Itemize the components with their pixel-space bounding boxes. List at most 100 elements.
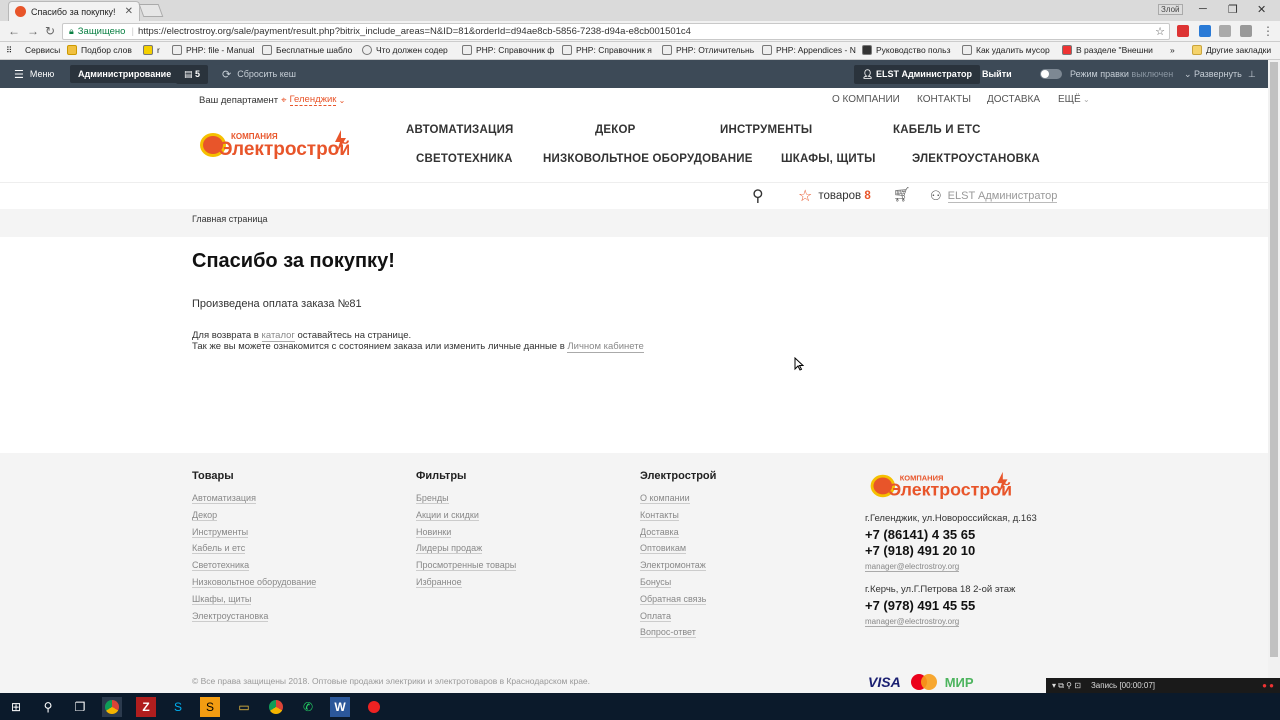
back-icon[interactable]: ← bbox=[8, 24, 20, 38]
new-tab-button[interactable] bbox=[138, 4, 164, 17]
phone-1[interactable]: +7 (86141) 4 35 65 bbox=[865, 527, 1037, 542]
record-icon[interactable]: ● ● bbox=[1262, 681, 1274, 690]
menu-cabinets[interactable]: ШКАФЫ, ЩИТЫ bbox=[781, 153, 876, 165]
favorites-link[interactable]: ☆ товаров 8 bbox=[798, 186, 871, 206]
footer-link[interactable]: Автоматизация bbox=[192, 490, 316, 507]
site-logo[interactable]: КОМПАНИЯ Электрострой bbox=[199, 128, 351, 163]
footer-link[interactable]: Бренды bbox=[416, 490, 516, 507]
toggle-switch[interactable] bbox=[1040, 69, 1062, 79]
file-explorer-icon[interactable]: ▭ bbox=[234, 697, 254, 717]
bookmark-item[interactable]: Руководство польз bbox=[862, 45, 950, 55]
page-scrollbar[interactable] bbox=[1268, 60, 1280, 688]
email-2[interactable]: manager@electrostroy.org bbox=[865, 617, 960, 627]
url-input[interactable]: 🔒︎ Защищено | https://electrostroy.org/s… bbox=[62, 23, 1170, 40]
footer-link[interactable]: Оптовикам bbox=[640, 540, 716, 557]
edit-mode-toggle[interactable]: Режим правки выключен bbox=[1040, 60, 1173, 88]
footer-link[interactable]: Вопрос-ответ bbox=[640, 624, 716, 641]
bookmark-item[interactable]: PHP: Справочник ф bbox=[462, 45, 554, 55]
cart-icon[interactable]: 🛒︎ bbox=[893, 186, 911, 203]
admin-user-button[interactable]: 👤︎ ELST Администратор bbox=[854, 60, 981, 88]
extension-icon[interactable] bbox=[1240, 25, 1252, 37]
expand-button[interactable]: ⌄ Развернуть bbox=[1184, 60, 1242, 88]
menu-lowvoltage[interactable]: НИЗКОВОЛЬТНОЕ ОБОРУДОВАНИЕ bbox=[543, 153, 753, 165]
bookmark-item[interactable]: Сервисы bbox=[25, 45, 60, 55]
bookmark-item[interactable]: PHP: Appendices - N bbox=[762, 45, 856, 55]
admin-menu-button[interactable]: ☰ Меню bbox=[14, 60, 54, 88]
reload-icon[interactable]: ↻ bbox=[45, 24, 55, 38]
menu-electrical[interactable]: ЭЛЕКТРОУСТАНОВКА bbox=[912, 153, 1040, 165]
windows-start-icon[interactable]: ⊞ bbox=[6, 697, 26, 717]
bookmark-item[interactable]: В разделе "Внешни bbox=[1062, 45, 1153, 55]
nav-about[interactable]: О КОМПАНИИ bbox=[832, 94, 900, 105]
bookmark-item[interactable]: PHP: file - Manual bbox=[172, 45, 255, 55]
chrome-taskbar-icon[interactable] bbox=[102, 697, 122, 717]
footer-link[interactable]: Доставка bbox=[640, 524, 716, 541]
chrome-menu-icon[interactable]: ⋮ bbox=[1262, 24, 1274, 38]
forward-icon[interactable]: → bbox=[27, 24, 39, 38]
search-icon[interactable]: ⚲ bbox=[38, 697, 58, 717]
footer-link[interactable]: Контакты bbox=[640, 507, 716, 524]
menu-tools[interactable]: ИНСТРУМЕНТЫ bbox=[720, 124, 812, 136]
logout-button[interactable]: Выйти bbox=[982, 60, 1012, 88]
footer-link[interactable]: Шкафы, щиты bbox=[192, 591, 316, 608]
menu-lighting[interactable]: СВЕТОТЕХНИКА bbox=[416, 153, 513, 165]
footer-logo[interactable]: КОМПАНИЯ Электрострой bbox=[865, 470, 1015, 500]
footer-link[interactable]: Обратная связь bbox=[640, 591, 716, 608]
user-profile-link[interactable]: ⚇ ELST Администратор bbox=[930, 188, 1058, 204]
restore-icon[interactable]: ❐ bbox=[1228, 3, 1238, 16]
footer-link[interactable]: Инструменты bbox=[192, 524, 316, 541]
phone-3[interactable]: +7 (978) 491 45 55 bbox=[865, 598, 1037, 613]
sublime-icon[interactable]: S bbox=[200, 697, 220, 717]
menu-cable[interactable]: КАБЕЛЬ И ЕТС bbox=[893, 124, 981, 136]
menu-decor[interactable]: ДЕКОР bbox=[595, 124, 636, 136]
footer-link[interactable]: Кабель и етс bbox=[192, 540, 316, 557]
bookmark-item[interactable]: r bbox=[143, 45, 160, 55]
footer-link[interactable]: Светотехника bbox=[192, 557, 316, 574]
footer-link[interactable]: Просмотренные товары bbox=[416, 557, 517, 574]
nav-delivery[interactable]: ДОСТАВКА bbox=[987, 94, 1040, 105]
other-bookmarks[interactable]: Другие закладки bbox=[1192, 45, 1271, 55]
administration-button[interactable]: Администрирование bbox=[70, 60, 180, 88]
apps-icon[interactable]: ⠿ bbox=[6, 45, 12, 56]
breadcrumb-home[interactable]: Главная страница bbox=[192, 214, 268, 224]
personal-account-link[interactable]: Личном кабинете bbox=[567, 341, 644, 353]
footer-link[interactable]: Бонусы bbox=[640, 574, 716, 591]
camera-extension-icon[interactable] bbox=[1219, 25, 1231, 37]
bookmark-item[interactable]: PHP: Отличительнь bbox=[662, 45, 754, 55]
bookmark-star-icon[interactable]: ☆ bbox=[1155, 25, 1165, 38]
footer-link[interactable]: Новинки bbox=[416, 524, 516, 541]
footer-link[interactable]: Лидеры продаж bbox=[416, 540, 516, 557]
minimize-icon[interactable]: ─ bbox=[1199, 3, 1207, 15]
nav-contacts[interactable]: КОНТАКТЫ bbox=[917, 94, 971, 105]
footer-link[interactable]: Электроустановка bbox=[192, 608, 316, 625]
footer-link[interactable]: Акции и скидки bbox=[416, 507, 516, 524]
footer-link[interactable]: О компании bbox=[640, 490, 716, 507]
filezilla-icon[interactable]: Z bbox=[136, 697, 156, 717]
browser-tab[interactable]: Спасибо за покупку! ✕ bbox=[8, 1, 140, 21]
scrollbar-thumb[interactable] bbox=[1270, 62, 1278, 657]
footer-link[interactable]: Электромонтаж bbox=[640, 557, 716, 574]
tab-close-icon[interactable]: ✕ bbox=[125, 6, 133, 17]
extension-icon[interactable] bbox=[1199, 25, 1211, 37]
nav-more[interactable]: ЕЩЁ ⌄ bbox=[1058, 94, 1090, 105]
footer-link[interactable]: Избранное bbox=[416, 574, 516, 591]
recorder-controls-icon[interactable]: ▾ ⧉ ⚲ ⊡ bbox=[1052, 681, 1081, 691]
task-view-icon[interactable]: ❐ bbox=[70, 697, 90, 717]
menu-automation[interactable]: АВТОМАТИЗАЦИЯ bbox=[406, 124, 514, 136]
bookmark-item[interactable]: Бесплатные шабло bbox=[262, 45, 352, 55]
pin-icon[interactable]: ⊥ bbox=[1248, 60, 1256, 88]
word-icon[interactable]: W bbox=[330, 697, 350, 717]
search-icon[interactable]: ⚲ bbox=[752, 186, 764, 206]
window-close-icon[interactable]: ✕ bbox=[1257, 3, 1266, 16]
bookmark-item[interactable]: Что должен содер bbox=[362, 45, 448, 55]
skype-icon[interactable]: S bbox=[168, 697, 188, 717]
notifications-button[interactable]: ▤ 5 bbox=[176, 60, 209, 88]
email-1[interactable]: manager@electrostroy.org bbox=[865, 562, 960, 572]
footer-link[interactable]: Оплата bbox=[640, 608, 716, 625]
chrome-alt-icon[interactable] bbox=[266, 697, 286, 717]
profile-badge[interactable]: Злой bbox=[1158, 4, 1183, 15]
bookmark-item[interactable]: Подбор слов bbox=[67, 45, 132, 55]
footer-link[interactable]: Декор bbox=[192, 507, 316, 524]
whatsapp-icon[interactable]: ✆ bbox=[298, 697, 318, 717]
phone-2[interactable]: +7 (918) 491 20 10 bbox=[865, 543, 1037, 558]
